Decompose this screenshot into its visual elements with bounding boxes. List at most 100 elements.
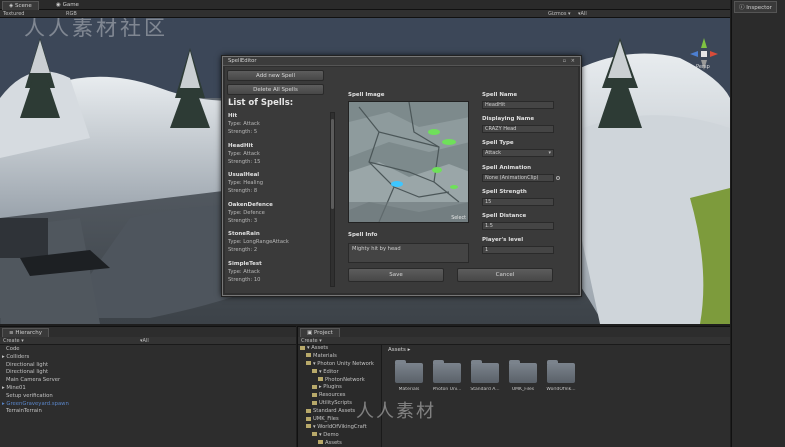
save-button[interactable]: Save [348,268,444,282]
folder-icon [312,400,317,405]
folder-icon [547,360,575,383]
spell-item-type: Type: Defence [228,209,265,216]
folder-icon [306,424,311,429]
hierarchy-item[interactable]: TerrainTerrain [2,408,69,416]
tree-item[interactable]: Assets [298,440,381,447]
tree-item[interactable]: ▾ Assets [298,345,381,353]
tree-item[interactable]: ▾ Demo [298,432,381,440]
spell-distance-label: Spell Distance [482,213,527,219]
rgb-dropdown[interactable]: RGB [66,11,77,17]
scene-search[interactable]: ▾All [578,11,587,17]
scene-gizmo[interactable]: Persp [686,36,722,72]
spell-strength-field[interactable]: 15 [482,198,554,206]
spell-distance-field[interactable]: 1.5 [482,222,554,230]
hierarchy-item[interactable]: Main Camera Server [2,377,69,385]
project-breadcrumb[interactable]: Assets ▸ [388,347,410,353]
tree-item-label: ▾ Demo [319,431,339,438]
add-spell-button[interactable]: Add new Spell [227,70,324,81]
folder-icon [306,353,311,358]
spell-list[interactable]: Hit Type: Attack Strength: 5 HeadHit Typ… [228,112,328,287]
player-level-field[interactable]: 1 [482,246,554,254]
scene-tab-bar: ◈ Scene ◉ Game [0,0,730,10]
cancel-button[interactable]: Cancel [457,268,553,282]
folder-icon [509,360,537,383]
spell-editor-title: SpellEditor [228,58,257,64]
hierarchy-search[interactable]: ▾All [140,338,149,344]
tab-hierarchy-label: Hierarchy [15,330,42,336]
spell-type-dropdown[interactable]: Attack [482,149,554,157]
hierarchy-create-button[interactable]: Create ▾ [3,338,24,344]
asset-folder[interactable]: WorldOfVik... [546,360,576,392]
asset-folder[interactable]: Materials [394,360,424,392]
hierarchy-item[interactable]: Setup verification [2,393,69,401]
gizmos-dropdown[interactable]: Gizmos ▾ [548,11,571,17]
hierarchy-item[interactable]: ▸ Colliders [2,354,69,362]
hierarchy-item-selected[interactable]: ▸ GreenGraveyard.spawn [2,401,69,409]
delete-all-spells-button[interactable]: Delete All Spells [227,84,324,95]
spell-editor-window: SpellEditor ▫ × Add new Spell Delete All… [222,56,581,296]
displaying-name-label: Displaying Name [482,116,535,122]
hierarchy-item[interactable]: ▸ Mine01 [2,385,69,393]
folder-icon [312,392,317,397]
tree-item-label: UMK_Files [313,416,339,423]
spell-list-item[interactable]: StoneRain Type: LongRangeAttack Strength… [228,230,328,254]
hierarchy-item[interactable]: Directional light [2,362,69,370]
asset-folder-label: UMK_Files [511,387,535,392]
spell-animation-field[interactable]: None (AnimationClip) [482,174,554,182]
spell-list-item[interactable]: SimpleTest Type: Attack Strength: 10 [228,260,328,284]
tree-item[interactable]: PhotonNetwork [298,377,381,385]
spell-item-strength: Strength: 10 [228,276,261,283]
folder-icon [433,360,461,383]
hierarchy-panel: ≡ Hierarchy Create ▾ ▾All Code ▸ Collide… [0,326,296,447]
tree-item[interactable]: ▸ Plugins [298,384,381,392]
spell-item-type: Type: Attack [228,121,260,127]
spell-list-item[interactable]: OakenDefence Type: Defence Strength: 3 [228,201,328,225]
folder-icon [471,360,499,383]
spell-editor-body: Add new Spell Delete All Spells List of … [225,67,578,293]
spell-list-item[interactable]: Hit Type: Attack Strength: 5 [228,112,328,136]
spell-type-label: Spell Type [482,140,514,146]
tree-item-label: ▸ Plugins [319,384,342,391]
spell-strength-label: Spell Strength [482,189,527,195]
asset-folder[interactable]: Photon Uni... [432,360,462,392]
tree-item[interactable]: ▾ Photon Unity Network [298,361,381,369]
asset-folder-label: Standard A... [470,387,500,392]
object-picker-icon[interactable] [556,176,560,180]
spell-info-textarea[interactable]: Mighty hit by head [348,243,469,263]
tree-item[interactable]: ▾ Editor [298,369,381,377]
folder-icon [318,440,323,445]
spell-list-item[interactable]: HeadHit Type: Attack Strength: 15 [228,142,328,166]
tab-game[interactable]: ◉ Game [50,1,85,10]
maximize-icon[interactable]: ▫ [563,58,566,64]
tree-item-label: ▾ Editor [319,368,339,375]
tab-inspector[interactable]: ⓘ Inspector [734,1,777,13]
project-create-button[interactable]: Create ▾ [301,338,322,344]
asset-folder[interactable]: Standard A... [470,360,500,392]
tree-item-label: Resources [319,392,346,399]
displaying-name-field[interactable]: CRAZY Head [482,125,554,133]
spell-image-preview[interactable]: Select [348,101,469,223]
hierarchy-item[interactable]: Code [2,346,69,354]
spell-editor-titlebar[interactable]: SpellEditor ▫ × [223,57,580,66]
render-mode-dropdown[interactable]: Textured [3,11,24,17]
tab-project-label: Project [313,330,333,336]
tab-scene[interactable]: ◈ Scene [2,1,39,10]
tree-item[interactable]: ▾ WorldOfVikingCraft [298,424,381,432]
watermark-text: 人人素材 [356,401,436,422]
tree-item-label: PhotonNetwork [325,376,365,383]
tree-item-label: UtilityScripts [319,400,353,407]
hierarchy-item[interactable]: Directional light [2,369,69,377]
scrollbar-thumb[interactable] [331,119,334,209]
spell-list-scrollbar[interactable] [330,112,335,287]
close-icon[interactable]: × [571,58,575,64]
tab-game-label: Game [62,2,79,8]
tab-scene-label: Scene [14,3,32,9]
project-toolbar: Create ▾ [298,337,730,345]
project-panel: ▣ Project Create ▾ ▾ Assets Materials ▾ … [297,326,730,447]
tree-item[interactable]: Materials [298,353,381,361]
asset-folder[interactable]: UMK_Files [508,360,538,392]
spell-list-item[interactable]: UsualHeal Type: Healing Strength: 8 [228,171,328,195]
spell-name-field[interactable]: HeadHit [482,101,554,109]
asset-folder-label: Materials [398,387,420,392]
image-select-button[interactable]: Select [451,216,466,221]
